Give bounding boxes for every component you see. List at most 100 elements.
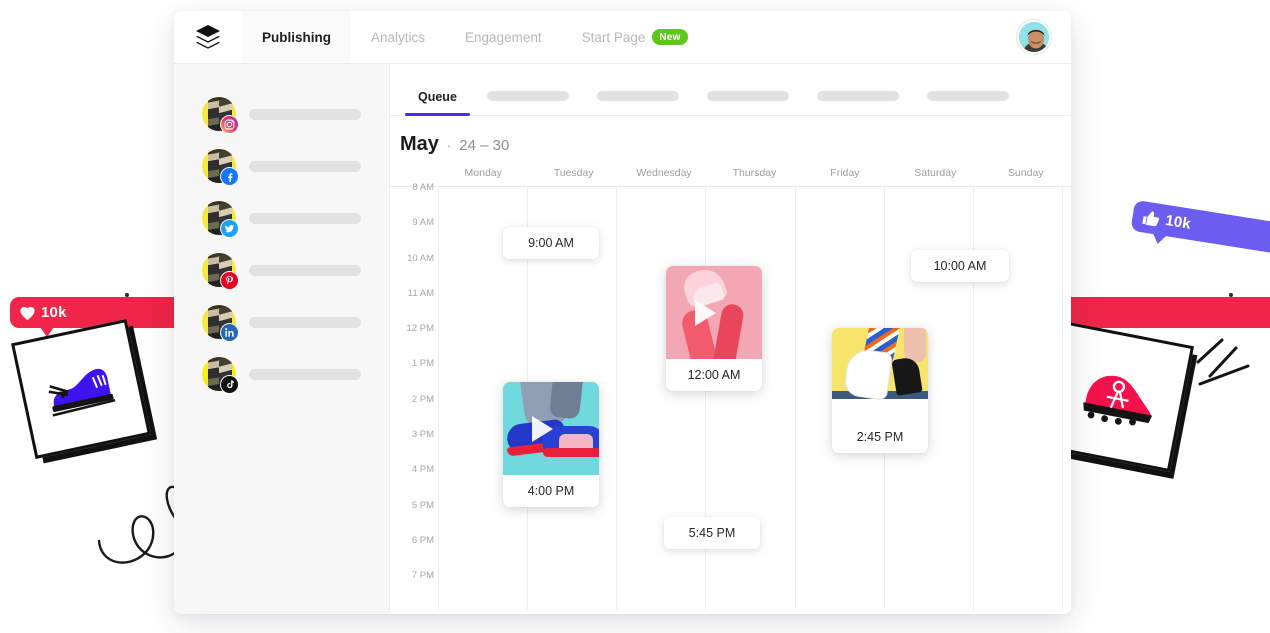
- nav-label: Start Page: [581, 29, 646, 45]
- red-cleat-illustration: [1083, 375, 1153, 426]
- day-name: Tuesday: [553, 167, 594, 179]
- date-header: May · 24 – 30: [390, 116, 1071, 167]
- post-thumbnail: [503, 382, 599, 475]
- time-label: 7 PM: [411, 570, 434, 582]
- time-label: 4 PM: [411, 464, 434, 476]
- nav-label: Publishing: [262, 29, 331, 45]
- account-name-placeholder: [249, 212, 361, 224]
- play-icon[interactable]: [695, 300, 716, 326]
- date-month: May: [400, 133, 439, 155]
- sidebar-account-pinterest[interactable]: [174, 244, 389, 296]
- facebook-icon: [220, 167, 239, 186]
- time-label: 2 PM: [411, 393, 434, 405]
- buffer-layers-icon: [196, 25, 220, 49]
- sidebar-account-tiktok[interactable]: [174, 348, 389, 400]
- account-avatar: [202, 253, 239, 290]
- page-root: 10k 10k Publishing Analytics Engagement …: [0, 0, 1270, 633]
- calendar: Monday Tuesday Wednesday Thursday Friday…: [390, 167, 1071, 614]
- badge-tail: [1148, 228, 1171, 246]
- time-row: 7 PM: [390, 570, 1063, 610]
- heart-badge-count: 10k: [41, 304, 67, 321]
- nav-item-start-page[interactable]: Start Page New: [562, 11, 708, 63]
- post-time: 2:45 PM: [856, 430, 904, 444]
- account-avatar: [202, 149, 239, 186]
- top-navigation: Publishing Analytics Engagement Start Pa…: [174, 11, 1071, 64]
- time-label: 3 PM: [411, 429, 434, 441]
- day-name: Monday: [464, 167, 502, 179]
- day-name: Thursday: [732, 167, 777, 179]
- account-avatar: [202, 201, 239, 238]
- tab-placeholder[interactable]: [803, 91, 913, 115]
- nav-item-publishing[interactable]: Publishing: [242, 11, 351, 63]
- sidebar-account-facebook[interactable]: [174, 140, 389, 192]
- post-thumbnail: [666, 266, 762, 359]
- avatar[interactable]: [1017, 20, 1051, 54]
- day-name: Wednesday: [636, 167, 692, 179]
- speed-lines-doodle: [1196, 338, 1250, 386]
- instagram-icon: [220, 115, 239, 134]
- account-name-placeholder: [249, 368, 361, 380]
- sidebar-account-linkedin[interactable]: [174, 296, 389, 348]
- time-label: 5 PM: [411, 499, 434, 511]
- post-card-tuesday-4pm[interactable]: 4:00 PM: [503, 382, 599, 507]
- time-label: 9 AM: [412, 217, 434, 229]
- tab-placeholder[interactable]: [913, 91, 1023, 115]
- nav-label: Analytics: [371, 29, 426, 45]
- date-separator: ·: [446, 138, 452, 153]
- account-name-placeholder: [249, 160, 361, 172]
- nav-item-engagement[interactable]: Engagement: [445, 11, 562, 63]
- dot-decoration: [125, 293, 129, 297]
- time-label: 6 PM: [411, 534, 434, 546]
- post-time: 10:00 AM: [933, 259, 987, 273]
- twitter-icon: [220, 219, 239, 238]
- post-chip-sunday-10am[interactable]: 10:00 AM: [911, 250, 1009, 282]
- linkedin-icon: [220, 323, 239, 342]
- play-icon[interactable]: [532, 416, 553, 442]
- like-badge-count: 10k: [1164, 211, 1193, 233]
- time-row: 4 PM: [390, 464, 1063, 504]
- calendar-grid: 8 AM 9 AM 10 AM 11 AM 12 PM 1 PM 2 PM 3 …: [390, 182, 1071, 610]
- post-chip-tuesday-9am[interactable]: 9:00 AM: [503, 227, 599, 259]
- user-avatar-icon: [1019, 22, 1049, 52]
- time-label: 12 PM: [406, 323, 434, 335]
- nav-item-analytics[interactable]: Analytics: [351, 11, 445, 63]
- day-name: Friday: [830, 167, 860, 179]
- post-thumbnail: [832, 328, 928, 421]
- sidebar: [174, 64, 390, 614]
- time-label: 10 AM: [407, 252, 434, 264]
- time-row: 8 AM: [390, 182, 1063, 222]
- tab-placeholder[interactable]: [583, 91, 693, 115]
- time-row: 3 PM: [390, 429, 1063, 469]
- account-avatar: [202, 305, 239, 342]
- blue-sneaker-card: [11, 319, 151, 459]
- blue-sneaker-illustration: [48, 368, 116, 417]
- sidebar-account-twitter[interactable]: [174, 192, 389, 244]
- heart-icon: [20, 306, 35, 320]
- post-chip-thursday-545pm[interactable]: 5:45 PM: [664, 517, 760, 549]
- new-badge: New: [652, 29, 688, 45]
- thumbs-up-icon: [1142, 211, 1160, 227]
- active-tab-underline: [405, 113, 470, 116]
- day-name-row: Monday Tuesday Wednesday Thursday Friday…: [390, 167, 1071, 186]
- app-logo[interactable]: [174, 11, 242, 63]
- time-label: 11 AM: [407, 287, 434, 299]
- date-range: 24 – 30: [459, 137, 510, 154]
- sidebar-account-instagram[interactable]: [174, 88, 389, 140]
- post-card-saturday-245pm[interactable]: 2:45 PM: [832, 328, 928, 453]
- dot-decoration: [1229, 293, 1233, 297]
- post-time: 9:00 AM: [528, 236, 574, 250]
- tab-queue[interactable]: Queue: [402, 90, 473, 116]
- app-window: Publishing Analytics Engagement Start Pa…: [174, 11, 1071, 614]
- nav-label: Engagement: [465, 29, 542, 45]
- tab-label: Queue: [418, 90, 457, 104]
- app-body: Queue May · 24 – 30 Monday Tuesday Wedne…: [174, 64, 1071, 614]
- time-row: 2 PM: [390, 394, 1063, 434]
- post-card-thursday-12am[interactable]: 12:00 AM: [666, 266, 762, 391]
- tab-placeholder[interactable]: [473, 91, 583, 115]
- tab-placeholder[interactable]: [693, 91, 803, 115]
- post-time: 4:00 PM: [527, 484, 575, 498]
- time-label: 8 AM: [412, 182, 434, 193]
- post-time: 12:00 AM: [687, 368, 741, 382]
- account-avatar: [202, 357, 239, 394]
